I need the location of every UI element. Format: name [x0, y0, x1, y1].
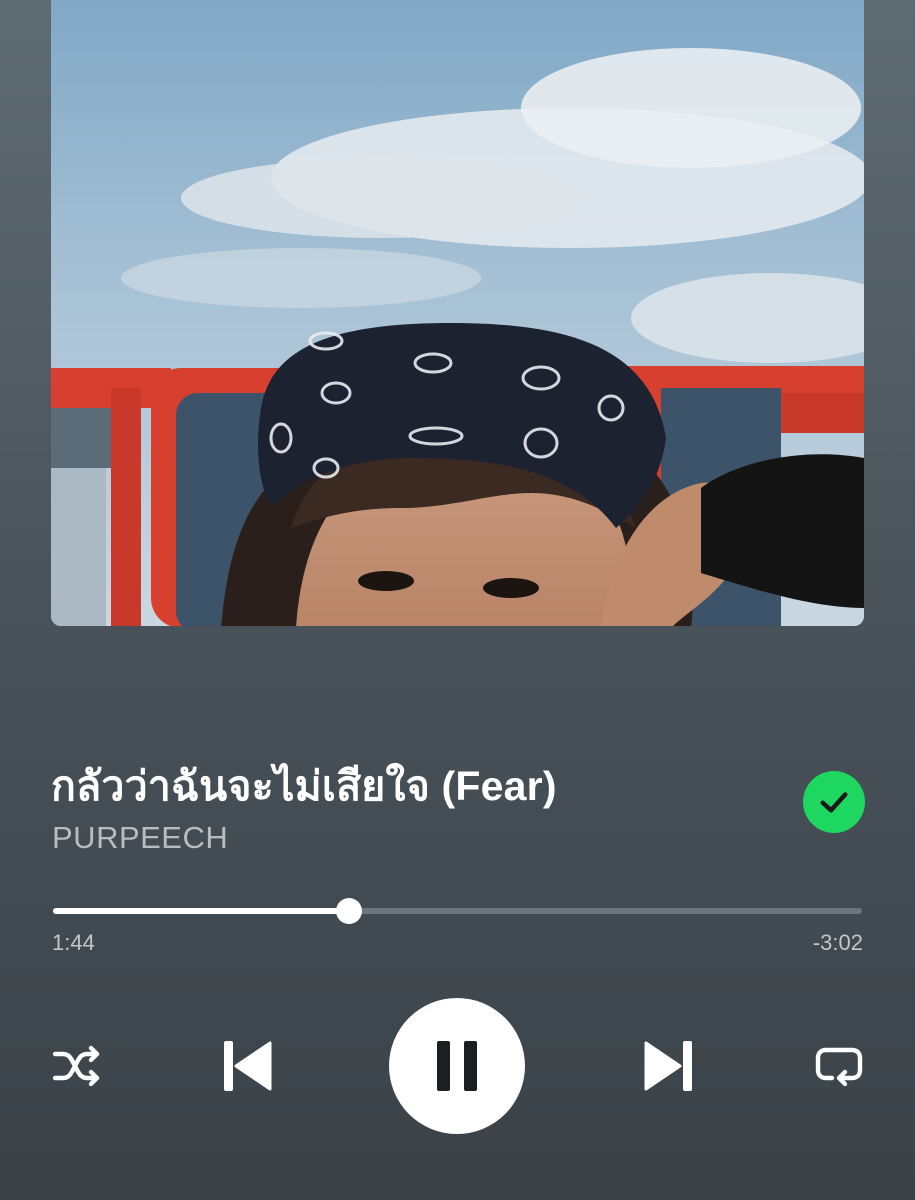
pause-button[interactable] — [389, 998, 525, 1134]
check-icon — [820, 792, 848, 813]
track-title[interactable]: กลัวว่าฉันจะไม่เสียใจ (Fear) — [51, 754, 557, 819]
pause-icon — [437, 1041, 477, 1091]
previous-button[interactable] — [218, 1036, 276, 1096]
liked-button[interactable] — [803, 771, 865, 833]
shuffle-button[interactable] — [48, 1040, 106, 1092]
progress-bar[interactable] — [53, 898, 862, 924]
repeat-icon — [815, 1047, 863, 1087]
next-button[interactable] — [640, 1036, 698, 1096]
elapsed-time: 1:44 — [52, 930, 95, 955]
progress-fill — [53, 908, 350, 914]
album-art — [51, 0, 864, 626]
remaining-time: -3:02 — [812, 930, 863, 955]
skip-previous-icon — [224, 1041, 272, 1091]
shuffle-icon — [52, 1045, 100, 1087]
album-art-image — [51, 0, 864, 626]
skip-next-icon — [644, 1041, 692, 1091]
progress-knob[interactable] — [336, 898, 363, 924]
track-artist[interactable]: PURPEECH — [52, 820, 228, 856]
repeat-button[interactable] — [810, 1040, 868, 1092]
